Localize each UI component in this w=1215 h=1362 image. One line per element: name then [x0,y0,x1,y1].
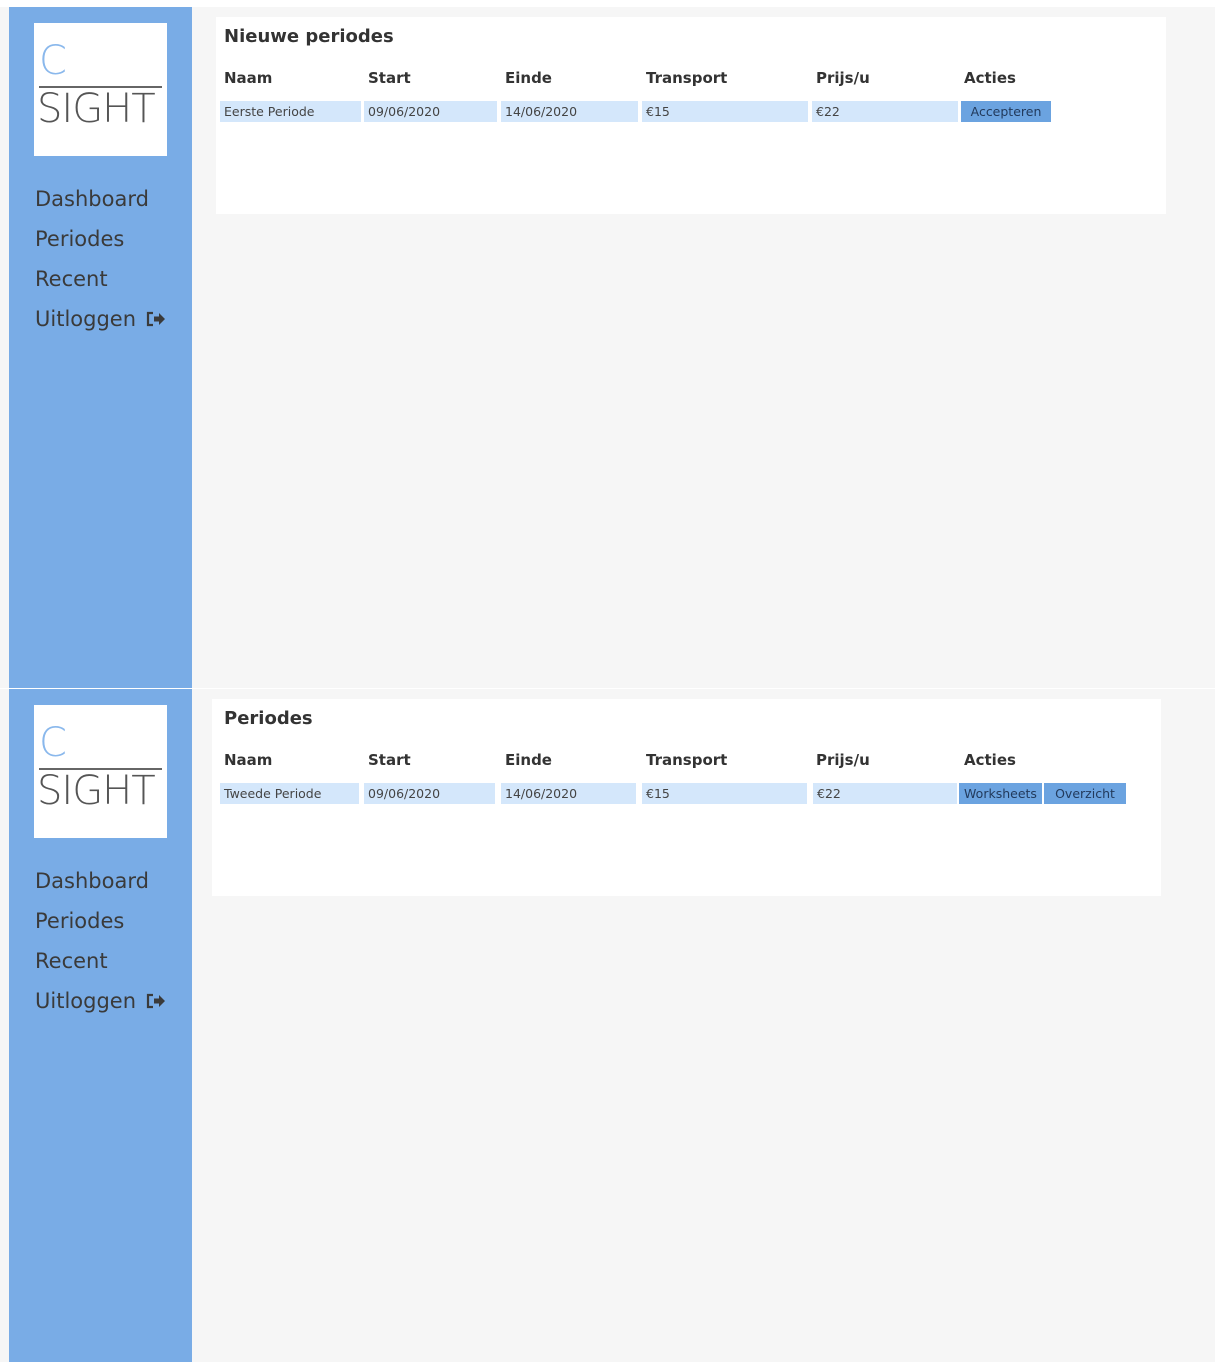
nav-periodes[interactable]: Periodes [35,225,166,265]
col-einde: Einde [505,69,552,87]
cell-naam: Tweede Periode [220,783,359,804]
col-prijs: Prijs/u [816,69,870,87]
cell-prijs: €22 [813,783,957,804]
col-start: Start [368,751,411,769]
nav-dashboard[interactable]: Dashboard [35,867,166,907]
accept-button[interactable]: Accepteren [961,101,1051,122]
table-row: Eerste Periode 09/06/2020 14/06/2020 €15… [216,101,1166,122]
cell-prijs: €22 [812,101,958,122]
table-row: Tweede Periode 09/06/2020 14/06/2020 €15… [212,783,1161,804]
logo: C SIGHT [34,23,167,156]
sidebar-nav: Dashboard Periodes Recent Uitloggen [35,185,166,345]
nav-recent[interactable]: Recent [35,947,166,987]
cell-einde: 14/06/2020 [501,783,636,804]
panel-title: Nieuwe periodes [224,26,394,47]
logo: C SIGHT [34,705,167,838]
col-transport: Transport [646,751,728,769]
sign-out-icon [146,993,166,1009]
nav-logout-label: Uitloggen [35,307,137,331]
logo-word: SIGHT [37,768,156,814]
sidebar-nav: Dashboard Periodes Recent Uitloggen [35,867,166,1027]
col-transport: Transport [646,69,728,87]
logo-word: SIGHT [37,86,156,132]
cell-start: 09/06/2020 [364,783,495,804]
cell-einde: 14/06/2020 [501,101,638,122]
screen-new-periods: C SIGHT Dashboard Periodes Recent Uitlog… [0,7,1215,688]
cell-transport: €15 [642,101,808,122]
col-naam: Naam [224,69,273,87]
col-acties: Acties [964,751,1016,769]
panel-title: Periodes [224,708,313,729]
col-acties: Acties [964,69,1016,87]
nav-periodes[interactable]: Periodes [35,907,166,947]
cell-naam: Eerste Periode [220,101,361,122]
col-start: Start [368,69,411,87]
col-naam: Naam [224,751,273,769]
cell-start: 09/06/2020 [364,101,497,122]
col-einde: Einde [505,751,552,769]
sidebar: C SIGHT Dashboard Periodes Recent Uitlog… [9,7,192,688]
nav-recent[interactable]: Recent [35,265,166,305]
nav-logout-label: Uitloggen [35,989,137,1013]
screen-periods: C SIGHT Dashboard Periodes Recent Uitlog… [0,689,1215,1362]
logo-letter: C [39,720,67,766]
cell-transport: €15 [642,783,807,804]
sidebar: C SIGHT Dashboard Periodes Recent Uitlog… [9,689,192,1362]
worksheets-button[interactable]: Worksheets [959,783,1042,804]
col-prijs: Prijs/u [816,751,870,769]
nav-dashboard[interactable]: Dashboard [35,185,166,225]
nav-logout[interactable]: Uitloggen [35,305,166,345]
periods-panel: Periodes Naam Start Einde Transport Prij… [212,699,1161,896]
logo-letter: C [39,38,67,84]
sign-out-icon [146,311,166,327]
new-periods-panel: Nieuwe periodes Naam Start Einde Transpo… [216,17,1166,214]
nav-logout[interactable]: Uitloggen [35,987,166,1027]
overview-button[interactable]: Overzicht [1044,783,1126,804]
